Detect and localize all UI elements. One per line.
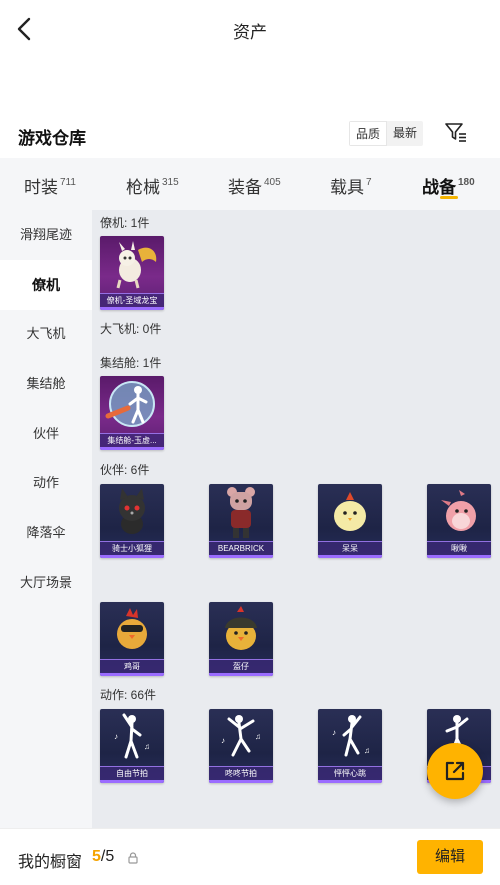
group-label-emote: 动作: 66件: [100, 688, 157, 702]
rarity-bar: [100, 447, 164, 450]
sidebar-item-parachute[interactable]: 降落伞: [0, 508, 92, 558]
active-tab-indicator: [440, 196, 458, 199]
item-name: 盔仔: [209, 659, 273, 673]
item-name: 鸡哥: [100, 659, 164, 673]
item-card[interactable]: 集结舱-玉虚...: [100, 376, 164, 450]
item-card[interactable]: 骑士小狐狸: [100, 484, 164, 558]
svg-text:♫: ♫: [255, 732, 261, 741]
item-card[interactable]: 呆呆: [318, 484, 382, 558]
dance-icon: ♪♫: [332, 715, 370, 757]
item-name: 集结舱-玉虚...: [100, 433, 164, 447]
item-name: 啾啾: [427, 541, 491, 555]
group-label-big-plane: 大飞机: 0件: [100, 322, 162, 336]
item-card[interactable]: ♪ ♫ 自由节拍: [100, 709, 164, 783]
warehouse-title: 游戏仓库: [18, 129, 86, 148]
share-button[interactable]: [427, 743, 483, 799]
sidebar-item-emote[interactable]: 动作: [0, 458, 92, 508]
item-card[interactable]: 啾啾: [427, 484, 491, 558]
lock-icon: [128, 852, 138, 864]
capsule-icon: [105, 381, 155, 427]
rarity-bar: [100, 780, 164, 783]
dance-icon: ♪♫: [114, 713, 150, 759]
rarity-bar: [100, 673, 164, 676]
svg-text:♪: ♪: [332, 728, 336, 737]
sidebar-item-partner[interactable]: 伙伴: [0, 409, 92, 459]
rarity-bar: [427, 555, 491, 558]
sort-toggle[interactable]: 品质 最新: [349, 121, 424, 146]
tab-vehicles[interactable]: 载具 7: [330, 158, 372, 210]
tab-count: 711: [60, 177, 76, 188]
item-name: 怦怦心跳: [318, 766, 382, 780]
rarity-bar: [100, 555, 164, 558]
bearbrick-icon: [227, 487, 255, 538]
tab-equipment[interactable]: 装备 405: [228, 158, 281, 210]
item-card[interactable]: 鸡哥: [100, 602, 164, 676]
group-label-assembly-pod: 集结舱: 1件: [100, 356, 162, 370]
sort-quality-option[interactable]: 品质: [349, 121, 388, 146]
showcase-total: /5: [100, 848, 115, 865]
rarity-bar: [318, 555, 382, 558]
dragon-icon: [116, 241, 157, 289]
sidebar-item-lobby-scene[interactable]: 大厅场景: [0, 558, 92, 608]
rarity-bar: [209, 555, 273, 558]
item-name: 僚机-圣域龙宝: [100, 293, 164, 307]
rarity-bar: [318, 780, 382, 783]
tab-count: 315: [162, 177, 179, 188]
item-card[interactable]: 僚机-圣域龙宝: [100, 236, 164, 310]
top-bar: 资产: [0, 0, 500, 60]
sidebar-item-glide-trail[interactable]: 滑翔尾迹: [0, 210, 92, 260]
group-label-partner: 伙伴: 6件: [100, 463, 150, 477]
sidebar-item-wingman[interactable]: 僚机: [0, 260, 92, 310]
item-name: 骑士小狐狸: [100, 541, 164, 555]
item-card[interactable]: BEARBRICK: [209, 484, 273, 558]
svg-text:♪: ♪: [114, 732, 118, 741]
edit-button[interactable]: 编辑: [417, 840, 483, 874]
tab-label: 时装: [24, 178, 58, 197]
tab-count: 180: [458, 177, 475, 188]
share-icon: [445, 761, 465, 781]
rarity-bar: [209, 673, 273, 676]
svg-text:♪: ♪: [221, 736, 225, 745]
sidebar-item-assembly-pod[interactable]: 集结舱: [0, 359, 92, 409]
tab-firearms[interactable]: 枪械 315: [126, 158, 179, 210]
pink-bird-icon: [441, 490, 476, 531]
rarity-bar: [209, 780, 273, 783]
item-card[interactable]: 盔仔: [209, 602, 273, 676]
tab-label: 枪械: [126, 178, 160, 197]
subcategory-sidebar: 滑翔尾迹 僚机 大飞机 集结舱 伙伴 动作 降落伞 大厅场景: [0, 210, 92, 828]
svg-text:♫: ♫: [144, 742, 150, 751]
warehouse-header: 游戏仓库: [0, 112, 500, 158]
tab-battle-prep[interactable]: 战备 180: [422, 158, 475, 210]
tab-count: 405: [264, 177, 281, 188]
item-card[interactable]: ♪ ♫ 怦怦心跳: [318, 709, 382, 783]
svg-text:♫: ♫: [364, 746, 370, 755]
showcase-label: 我的橱窗: [18, 854, 83, 871]
rooster-icon: [117, 608, 147, 649]
tab-count: 7: [366, 177, 372, 188]
black-fox-icon: [119, 488, 145, 534]
showcase-count: 5/5: [92, 848, 114, 866]
helmet-chick-icon: [225, 606, 257, 650]
item-name: BEARBRICK: [209, 541, 273, 555]
showcase-current: 5: [92, 848, 101, 865]
sidebar-item-big-plane[interactable]: 大飞机: [0, 309, 92, 359]
filter-icon[interactable]: [444, 121, 468, 143]
sort-newest-option[interactable]: 最新: [387, 121, 423, 146]
group-label-wingman: 僚机: 1件: [100, 216, 150, 230]
chick-icon: [334, 492, 366, 531]
item-name: 呆呆: [318, 541, 382, 555]
dance-icon: ♪♫: [221, 715, 261, 757]
tab-label: 装备: [228, 178, 262, 197]
item-name: 自由节拍: [100, 766, 164, 780]
tab-label: 载具: [330, 178, 364, 197]
showcase-bar: 我的橱窗 5/5 编辑: [0, 828, 500, 885]
tab-label: 战备: [422, 178, 456, 197]
category-tabs: 时装 711 枪械 315 装备 405 载具 7 战备 180: [0, 158, 500, 210]
item-grid: 僚机: 1件 僚机-圣域龙宝 大飞机: 0件 集结舱: 1件 集结舱-玉虚...…: [92, 210, 500, 828]
item-card[interactable]: ♪ ♫ 咚咚节拍: [209, 709, 273, 783]
page-title: 资产: [233, 23, 267, 42]
tab-fashion[interactable]: 时装 711: [24, 158, 76, 210]
rarity-bar: [100, 307, 164, 310]
item-name: 咚咚节拍: [209, 766, 273, 780]
